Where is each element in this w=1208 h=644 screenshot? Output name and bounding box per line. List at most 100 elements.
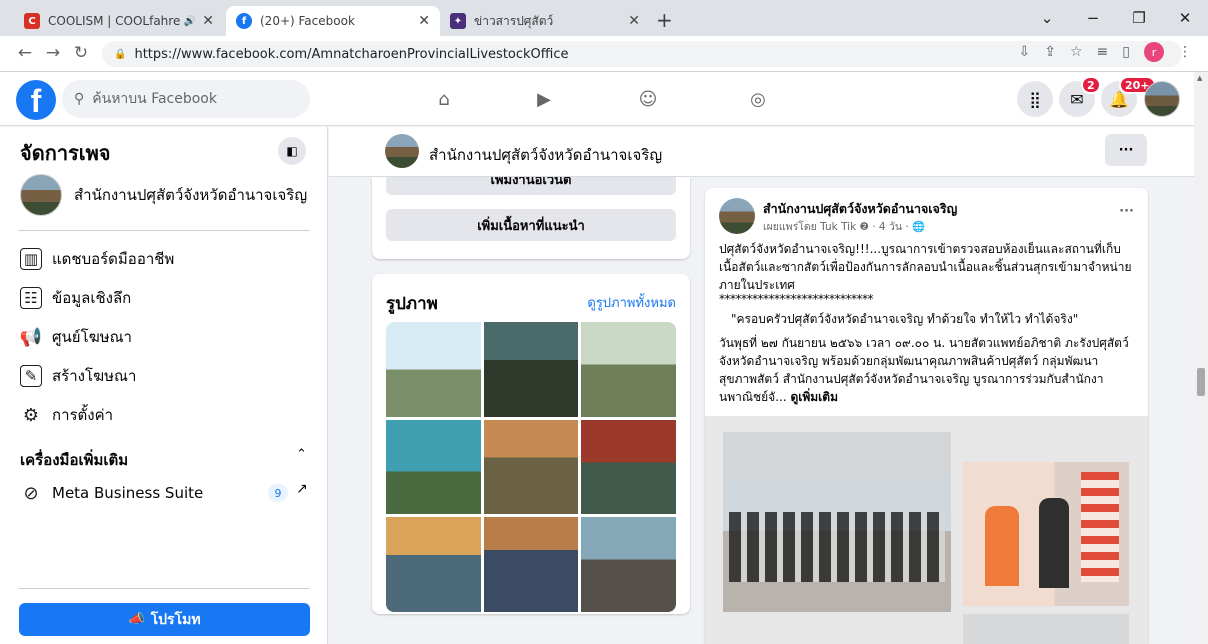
post-text-body: วันพุธที่ ๒๗ กันยายน ๒๕๖๖ เวลา ๐๙.๐๐ น. … [719, 334, 1135, 406]
external-link-icon: ↗ [296, 481, 308, 497]
close-window-button[interactable]: ✕ [1162, 0, 1208, 36]
tab-search-icon[interactable]: ⌄ [1024, 0, 1070, 36]
close-tab-icon[interactable]: ✕ [628, 13, 640, 29]
menu-grid-button[interactable]: ⣿ [1017, 81, 1053, 117]
sidebar-item-dashboard[interactable]: ▥ แดชบอร์ดมืออาชีพ [20, 247, 174, 271]
photo-thumbnail[interactable] [386, 322, 481, 417]
megaphone-icon: 📢 [19, 326, 43, 348]
notifications-button[interactable]: 🔔 20+ [1101, 76, 1156, 117]
add-suggested-content-button[interactable]: เพิ่มเนื้อหาที่แนะนำ [386, 209, 676, 241]
page-more-button[interactable]: ··· [1105, 134, 1147, 166]
photo-thumbnail[interactable] [483, 517, 579, 612]
tab-facebook[interactable]: f (20+) Facebook ✕ [226, 6, 440, 36]
page-title[interactable]: สำนักงานปศุสัตว์จังหวัดอำนาจเจริญ [429, 143, 662, 167]
post-photo[interactable] [963, 462, 1129, 606]
photo-thumbnail[interactable] [581, 419, 676, 515]
photo-thumbnail[interactable] [581, 322, 676, 417]
new-tab-button[interactable]: + [656, 8, 673, 32]
search-placeholder: ค้นหาบน Facebook [92, 91, 217, 107]
minimize-button[interactable]: − [1070, 0, 1116, 36]
post-author-name[interactable]: สำนักงานปศุสัตว์จังหวัดอำนาจเจริญ [763, 199, 957, 219]
side-panel-icon[interactable]: ▯ [1122, 44, 1130, 60]
home-icon[interactable]: ⌂ [424, 82, 464, 116]
sidebar-title: จัดการเพจ [20, 141, 111, 165]
coolism-favicon: C [24, 13, 40, 29]
see-more-link[interactable]: ดูเพิ่มเติม [790, 390, 838, 404]
bookmark-star-icon[interactable]: ☆ [1070, 44, 1083, 60]
collapse-sidebar-button[interactable]: ◧ [278, 137, 306, 165]
post-photo-people [729, 512, 945, 582]
photos-card: รูปภาพ ดูรูปภาพทั้งหมด [372, 274, 690, 614]
more-tools-heading: เครื่องมือเพิ่มเติม [20, 451, 129, 469]
post-photo[interactable] [963, 614, 1129, 644]
sidebar-page-name: สำนักงานปศุสัตว์จังหวัดอำนาจเจริญ [74, 186, 308, 204]
page-header: สำนักงานปศุสัตว์จังหวัดอำนาจเจริญ ··· [329, 127, 1194, 177]
close-tab-icon[interactable]: ✕ [418, 13, 430, 29]
post-text-quote: "ครอบครัวปศุสัตว์จังหวัดอำนาจเจริญ ทำด้ว… [731, 312, 1079, 326]
reading-list-icon[interactable]: ≡ [1097, 44, 1109, 60]
panel-icon: ◧ [286, 144, 298, 158]
reload-button[interactable]: ↻ [70, 43, 92, 63]
post-media-collage[interactable] [705, 416, 1148, 644]
url-text: https://www.facebook.com/AmnatcharoenPro… [134, 46, 569, 62]
post-photo[interactable] [723, 432, 951, 612]
scrollbar-thumb[interactable] [1197, 368, 1205, 396]
gaming-icon[interactable]: ◎ [738, 82, 778, 116]
account-avatar[interactable] [1144, 81, 1180, 117]
photo-thumbnail[interactable] [483, 419, 579, 515]
speaker-icon[interactable]: 🔊 [184, 16, 196, 27]
sidebar-item-label: สร้างโฆษณา [52, 367, 137, 385]
post-text-intro: ปศุสัตว์จังหวัดอำนาจเจริญ!!!...บูรณาการเ… [719, 242, 1132, 292]
sidebar-item-label: การตั้งค่า [52, 406, 114, 424]
see-all-photos-link[interactable]: ดูรูปภาพทั้งหมด [587, 292, 676, 313]
sidebar-item-settings[interactable]: ⚙ การตั้งค่า [20, 403, 113, 427]
chevron-up-icon[interactable]: ⌃ [296, 447, 307, 462]
tab-title: ข่าวสารปศุสัตว์ [474, 13, 554, 28]
tab-coolism[interactable]: C COOLISM | COOLfahrenheit 🔊 ✕ [14, 6, 224, 36]
add-event-button[interactable]: เพิ่มงานอีเวนต์ [386, 177, 676, 195]
facebook-favicon: f [236, 13, 252, 29]
page-avatar[interactable] [385, 134, 419, 168]
photo-thumbnail[interactable] [581, 517, 676, 612]
lock-icon[interactable]: 🔒 [114, 49, 126, 60]
tab-news[interactable]: ✦ ข่าวสารปศุสัตว์ ✕ [440, 6, 650, 36]
search-input[interactable]: ⚲ ค้นหาบน Facebook [62, 80, 310, 118]
scroll-up-arrow[interactable]: ▲ [1197, 74, 1202, 82]
page-avatar [20, 174, 62, 216]
photo-thumbnail[interactable] [386, 517, 481, 612]
page-scrollbar[interactable]: ▲ [1194, 72, 1208, 644]
profile-avatar[interactable]: r [1144, 42, 1164, 62]
page-actions-card: เพิ่มงานอีเวนต์ เพิ่มเนื้อหาที่แนะนำ [372, 177, 690, 259]
sidebar-item-ad-center[interactable]: 📢 ศูนย์โฆษณา [20, 325, 132, 349]
tab-title: (20+) Facebook [260, 14, 355, 28]
close-tab-icon[interactable]: ✕ [202, 13, 214, 29]
sidebar-item-create-ad[interactable]: ✎ สร้างโฆษณา [20, 364, 136, 388]
install-app-icon[interactable]: ⇩ [1019, 44, 1031, 60]
post-more-button[interactable]: ··· [1119, 204, 1134, 219]
photo-thumbnail[interactable] [386, 419, 481, 515]
photo-thumbnail[interactable] [483, 322, 579, 417]
sidebar-item-insights[interactable]: ☷ ข้อมูลเชิงลึก [20, 286, 131, 310]
facebook-logo[interactable]: f [16, 80, 56, 120]
back-button[interactable]: ← [14, 43, 36, 63]
sidebar-item-label: ศูนย์โฆษณา [52, 328, 132, 346]
menu-kebab-icon[interactable]: ⋮ [1178, 44, 1192, 60]
sidebar-item-meta-business-suite[interactable]: ⊘ Meta Business Suite [20, 482, 203, 504]
megaphone-icon: 📣 [128, 612, 145, 627]
dashboard-icon: ▥ [20, 248, 42, 270]
groups-icon[interactable]: ☺ [628, 82, 668, 116]
sidebar-page-switch[interactable]: สำนักงานปศุสัตว์จังหวัดอำนาจเจริญ [20, 174, 307, 216]
promote-label: โปรโมท [150, 611, 201, 628]
messenger-button[interactable]: ✉ 2 [1059, 76, 1101, 117]
forward-button[interactable]: → [42, 43, 64, 63]
restore-button[interactable]: ❐ [1116, 0, 1162, 36]
sidebar-item-label: Meta Business Suite [52, 484, 204, 502]
meta-business-suite-icon: ⊘ [23, 482, 39, 504]
promote-button[interactable]: 📣 โปรโมท [19, 603, 310, 636]
post-author-avatar[interactable] [719, 198, 755, 234]
watch-icon[interactable]: ▶ [524, 82, 564, 116]
insights-icon: ☷ [20, 287, 42, 309]
post-photo-detail [1081, 472, 1119, 582]
browser-tab-strip: C COOLISM | COOLfahrenheit 🔊 ✕ f (20+) F… [0, 0, 1208, 36]
share-icon[interactable]: ⇪ [1044, 44, 1056, 60]
